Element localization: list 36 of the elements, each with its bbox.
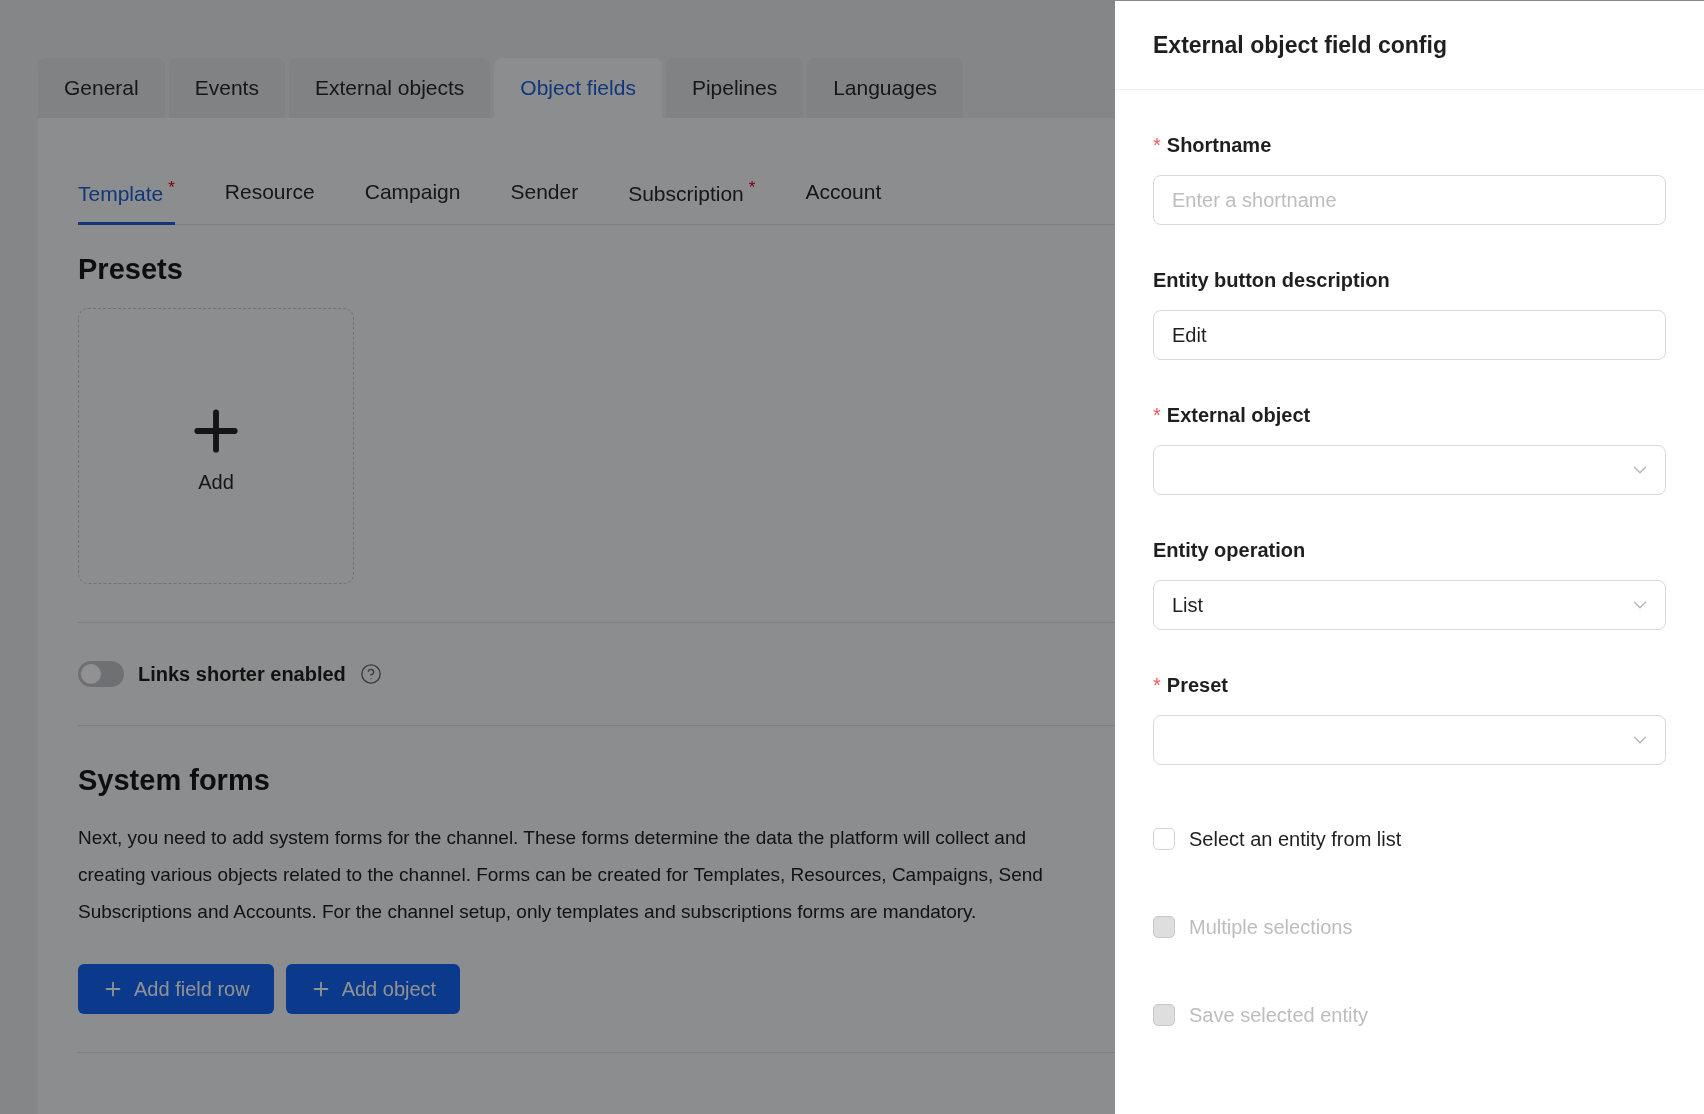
checkbox-label: Multiple selections <box>1189 915 1353 939</box>
sub-tab[interactable]: Resource <box>224 168 315 225</box>
checkbox[interactable] <box>1153 828 1175 850</box>
field-label: * Preset <box>1153 674 1229 697</box>
checkbox-label: Save selected entity <box>1189 1003 1368 1027</box>
tab[interactable]: Events <box>168 58 285 118</box>
tab[interactable]: General <box>38 58 165 118</box>
text-field[interactable]: Edit <box>1153 310 1666 360</box>
add-preset-card[interactable]: Add <box>78 308 354 584</box>
select-field[interactable]: List <box>1153 580 1666 630</box>
drawer-title: External object field config <box>1153 31 1447 59</box>
section-title: System forms <box>78 764 271 797</box>
sub-tab[interactable]: Campaign <box>364 168 461 225</box>
sub-tab[interactable]: Sender <box>510 168 579 225</box>
section-title: Presets <box>78 253 184 286</box>
field-label: * External object <box>1153 404 1312 427</box>
toggle-label: Links shorter enabled <box>138 662 346 686</box>
field-label: Entity operation <box>1153 539 1307 562</box>
description-text: Next, you need to add system forms for the channel. These forms determine the data the platform will collect and creating various objects related to the channel. Forms can be created for Templates, Resources, Campaigns, Send Subscriptions and Accounts. For the channel setup, only templates and subscriptions forms are mandatory. <box>78 826 1044 924</box>
sub-tab[interactable]: Subscription $^{*}$ <box>628 168 756 225</box>
tab[interactable]: Pipelines <box>665 58 804 118</box>
add-button[interactable]: Add field row <box>78 964 274 1014</box>
tab[interactable]: Object fields <box>494 58 662 118</box>
text-field[interactable]: Enter a shortname <box>1153 175 1666 225</box>
select-field[interactable] <box>1153 445 1666 495</box>
tab[interactable]: External objects <box>288 58 491 118</box>
checkbox-label: Select an entity from list <box>1189 827 1402 851</box>
field-label: Entity button description <box>1153 269 1391 292</box>
add-button[interactable]: Add object <box>285 964 461 1014</box>
help-icon[interactable] <box>359 663 382 685</box>
tab[interactable]: Languages <box>807 58 964 118</box>
field-label: * Shortname <box>1153 134 1273 157</box>
select-field[interactable] <box>1153 715 1666 765</box>
sub-tab[interactable]: Template $^{*}$ <box>78 168 175 225</box>
sub-tab[interactable]: Account <box>805 168 882 225</box>
toggle-switch[interactable] <box>78 661 124 687</box>
